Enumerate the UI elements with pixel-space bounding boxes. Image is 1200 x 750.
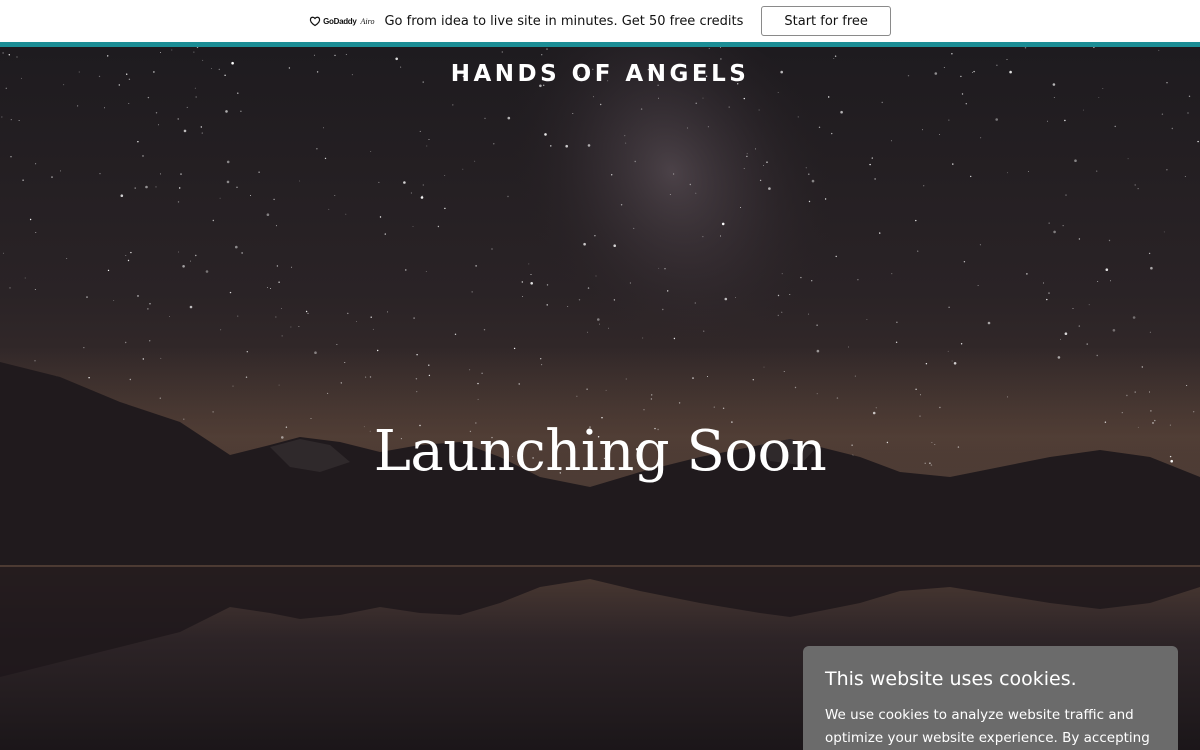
start-for-free-button[interactable]: Start for free [761, 6, 891, 36]
godaddy-logo[interactable]: GoDaddy Airo [309, 15, 374, 27]
launching-soon-headline: Launching Soon [373, 419, 827, 484]
cookie-consent-panel: This website uses cookies. We use cookie… [803, 646, 1178, 750]
night-sky-background [0, 47, 1200, 750]
logo-sub: Airo [360, 16, 375, 26]
promo-message: Go from idea to live site in minutes. Ge… [384, 13, 744, 29]
godaddy-heart-icon [309, 16, 321, 27]
cookie-message: We use cookies to analyze website traffi… [825, 707, 1150, 746]
logo-text: GoDaddy [323, 16, 357, 26]
cookie-title: This website uses cookies. [825, 668, 1077, 690]
site-title[interactable]: HANDS OF ANGELS [0, 61, 1200, 87]
hero-section: HANDS OF ANGELS Launching Soon [0, 47, 1200, 750]
promo-accent-bar [0, 42, 1200, 47]
promo-bar: GoDaddy Airo Go from idea to live site i… [0, 0, 1200, 42]
